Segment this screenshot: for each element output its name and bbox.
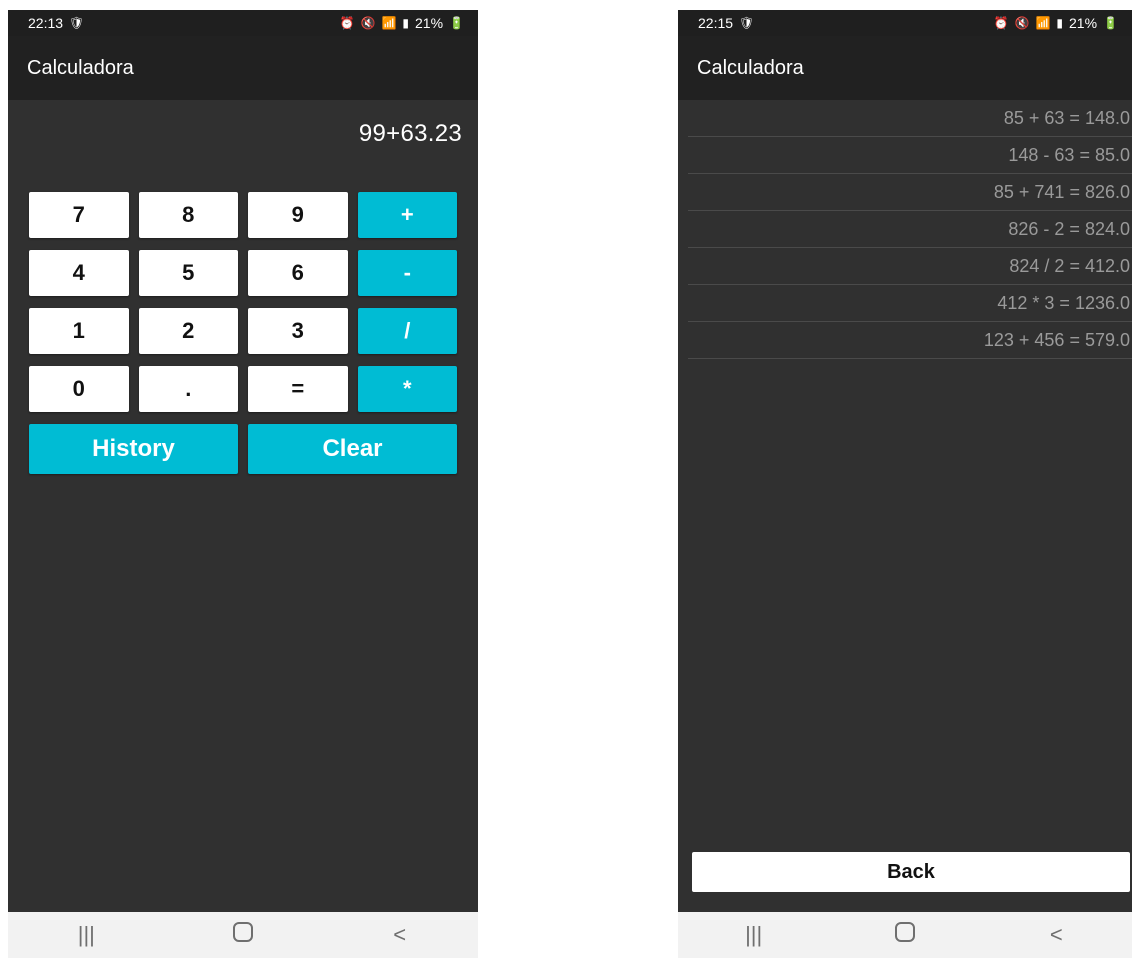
battery-icon: 🔋 (449, 16, 464, 30)
key-8[interactable]: 8 (138, 192, 238, 238)
wifi-icon: 📶 (1035, 16, 1051, 30)
key-1[interactable]: 1 (29, 308, 129, 354)
calculator-screen: 22:13 🛡 ⏰ 🔇 📶 ▮ 21% 🔋 Calculadora 99+63.… (8, 10, 478, 958)
key-4[interactable]: 4 (29, 250, 129, 296)
back-button[interactable]: Back (692, 852, 1130, 892)
action-row: History Clear (29, 424, 457, 474)
system-nav-bar: ||| < (678, 912, 1132, 958)
key-multiply[interactable]: * (357, 366, 457, 412)
wifi-icon: 📶 (381, 16, 397, 30)
history-item[interactable]: 123 + 456 = 579.0 (688, 322, 1132, 359)
app-title: Calculadora (697, 56, 804, 79)
home-button[interactable] (875, 922, 935, 948)
recents-button[interactable]: ||| (56, 922, 116, 948)
history-screen: 22:15 🛡 ⏰ 🔇 📶 ▮ 21% 🔋 Calculadora 85 + 6… (678, 10, 1132, 958)
key-row: 4 5 6 - (29, 250, 457, 296)
key-9[interactable]: 9 (248, 192, 348, 238)
system-nav-bar: ||| < (8, 912, 478, 958)
history-item[interactable]: 85 + 63 = 148.0 (688, 100, 1132, 137)
key-decimal[interactable]: . (138, 366, 238, 412)
key-7[interactable]: 7 (29, 192, 129, 238)
history-item[interactable]: 148 - 63 = 85.0 (688, 137, 1132, 174)
shield-icon: 🛡 (69, 16, 85, 30)
keypad: 7 8 9 + 4 5 6 - 1 2 3 / 0 . = * History … (29, 192, 457, 474)
key-divide[interactable]: / (357, 308, 457, 354)
history-item[interactable]: 826 - 2 = 824.0 (688, 211, 1132, 248)
key-row: 7 8 9 + (29, 192, 457, 238)
key-0[interactable]: 0 (29, 366, 129, 412)
nav-back-button[interactable]: < (370, 922, 430, 948)
key-row: 0 . = * (29, 366, 457, 412)
battery-percent: 21% (415, 15, 444, 31)
status-time: 22:13 (28, 15, 64, 31)
history-button[interactable]: History (29, 424, 238, 474)
key-6[interactable]: 6 (248, 250, 348, 296)
recents-button[interactable]: ||| (724, 922, 784, 948)
clear-button[interactable]: Clear (248, 424, 457, 474)
home-button[interactable] (213, 922, 273, 948)
alarm-icon: ⏰ (339, 16, 355, 30)
history-item[interactable]: 824 / 2 = 412.0 (688, 248, 1132, 285)
mute-icon: 🔇 (1014, 16, 1030, 30)
shield-icon: 🛡 (739, 16, 755, 30)
alarm-icon: ⏰ (993, 16, 1009, 30)
key-equals[interactable]: = (248, 366, 348, 412)
app-bar: Calculadora (678, 36, 1132, 100)
status-bar: 22:13 🛡 ⏰ 🔇 📶 ▮ 21% 🔋 (8, 10, 478, 36)
history-list: 85 + 63 = 148.0 148 - 63 = 85.0 85 + 741… (688, 100, 1132, 359)
signal-icon: ▮ (402, 16, 410, 30)
battery-icon: 🔋 (1103, 16, 1118, 30)
history-item[interactable]: 85 + 741 = 826.0 (688, 174, 1132, 211)
key-3[interactable]: 3 (248, 308, 348, 354)
home-icon (232, 922, 253, 942)
key-row: 1 2 3 / (29, 308, 457, 354)
nav-back-button[interactable]: < (1026, 922, 1086, 948)
mute-icon: 🔇 (360, 16, 376, 30)
battery-percent: 21% (1069, 15, 1098, 31)
signal-icon: ▮ (1056, 16, 1064, 30)
app-title: Calculadora (27, 56, 134, 79)
key-5[interactable]: 5 (138, 250, 238, 296)
home-icon (894, 922, 915, 942)
key-plus[interactable]: + (357, 192, 457, 238)
key-minus[interactable]: - (357, 250, 457, 296)
app-bar: Calculadora (8, 36, 478, 100)
status-bar: 22:15 🛡 ⏰ 🔇 📶 ▮ 21% 🔋 (678, 10, 1132, 36)
key-2[interactable]: 2 (138, 308, 238, 354)
history-item[interactable]: 412 * 3 = 1236.0 (688, 285, 1132, 322)
calculator-display: 99+63.23 (358, 120, 462, 147)
status-time: 22:15 (698, 15, 734, 31)
